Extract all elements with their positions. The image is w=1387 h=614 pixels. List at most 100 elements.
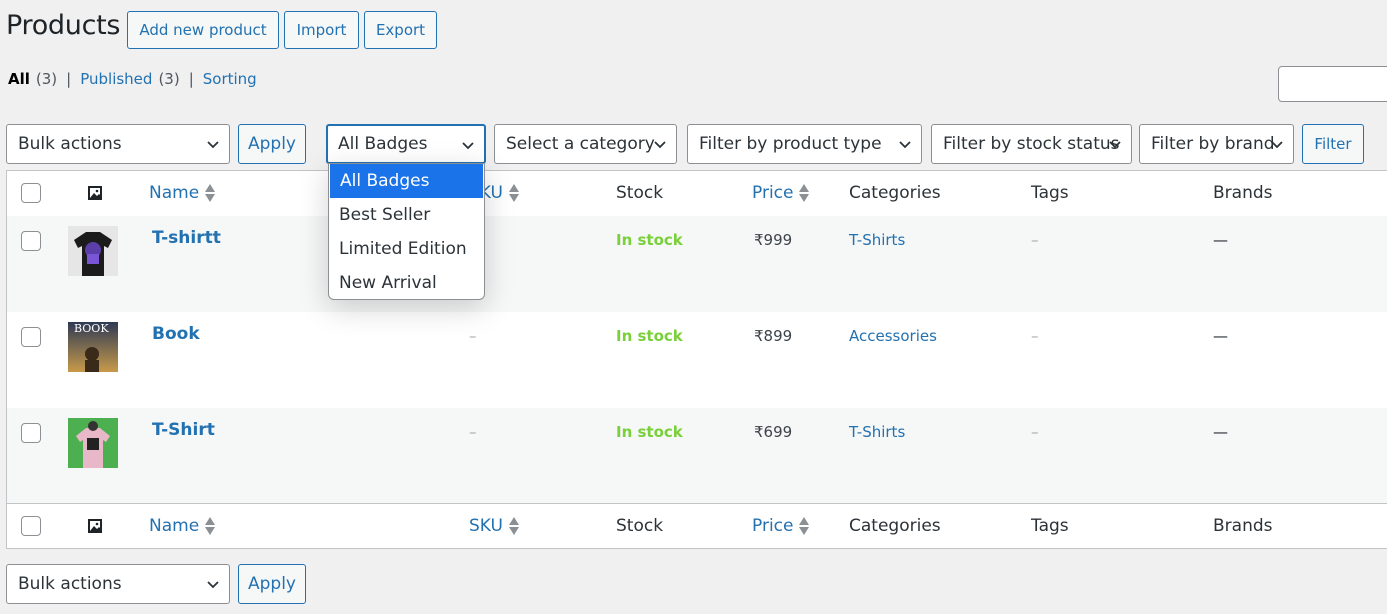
stock-status-select-label: Filter by stock status bbox=[943, 134, 1120, 154]
column-price-header[interactable]: Price bbox=[752, 183, 810, 203]
product-thumbnail[interactable] bbox=[68, 418, 118, 468]
view-sorting-link[interactable]: Sorting bbox=[203, 70, 257, 88]
product-thumbnail[interactable]: BOOK bbox=[68, 322, 118, 372]
image-icon bbox=[88, 519, 102, 533]
filter-button[interactable]: Filter bbox=[1302, 124, 1364, 164]
column-price-footer[interactable]: Price bbox=[752, 516, 810, 536]
view-separator: | bbox=[66, 70, 72, 88]
column-categories-header: Categories bbox=[849, 183, 941, 203]
row-checkbox[interactable] bbox=[21, 423, 41, 443]
column-brands-footer: Brands bbox=[1213, 516, 1273, 536]
column-name-footer[interactable]: Name bbox=[149, 516, 216, 536]
stock-status-select[interactable]: Filter by stock status bbox=[931, 124, 1132, 164]
sort-icon bbox=[205, 184, 216, 202]
product-name-link[interactable]: T-Shirt bbox=[152, 420, 215, 440]
column-name-label: Name bbox=[149, 516, 200, 536]
sku-value: – bbox=[469, 327, 477, 345]
column-tags-footer: Tags bbox=[1031, 516, 1069, 536]
row-checkbox[interactable] bbox=[21, 327, 41, 347]
sort-icon bbox=[205, 517, 216, 535]
category-select[interactable]: Select a category bbox=[494, 124, 677, 164]
badge-option-best-seller[interactable]: Best Seller bbox=[329, 198, 484, 232]
sort-icon bbox=[508, 517, 519, 535]
badges-dropdown-list: All Badges Best Seller Limited Edition N… bbox=[328, 163, 485, 300]
tags-value: – bbox=[1031, 231, 1039, 249]
category-select-label: Select a category bbox=[506, 134, 655, 154]
search-input[interactable] bbox=[1278, 66, 1387, 102]
view-published-link[interactable]: Published bbox=[80, 70, 152, 88]
apply-button-top[interactable]: Apply bbox=[238, 124, 306, 164]
column-stock-footer: Stock bbox=[616, 516, 664, 536]
badges-select-label: All Badges bbox=[338, 134, 428, 154]
sort-icon bbox=[799, 517, 810, 535]
import-button[interactable]: Import bbox=[284, 11, 359, 49]
badge-option-limited-edition[interactable]: Limited Edition bbox=[329, 232, 484, 266]
product-name-link[interactable]: T-shirtt bbox=[152, 228, 221, 248]
column-name-header[interactable]: Name bbox=[149, 183, 216, 203]
category-link[interactable]: T-Shirts bbox=[849, 231, 905, 249]
page-title: Products bbox=[6, 10, 121, 41]
row-checkbox[interactable] bbox=[21, 231, 41, 251]
table-row: BOOK Book – In stock ₹899 Accessories – … bbox=[7, 312, 1387, 408]
column-name-label: Name bbox=[149, 183, 200, 203]
bulk-actions-select-top[interactable]: Bulk actions bbox=[6, 124, 230, 164]
bulk-actions-select-bottom[interactable]: Bulk actions bbox=[6, 564, 230, 604]
chevron-down-icon bbox=[462, 142, 474, 150]
column-stock-header: Stock bbox=[616, 183, 664, 203]
brand-select[interactable]: Filter by brand bbox=[1139, 124, 1294, 164]
sku-value: – bbox=[469, 423, 477, 441]
column-sku-label: SKU bbox=[469, 516, 503, 536]
table-row: T-Shirt – In stock ₹699 T-Shirts – — bbox=[7, 408, 1387, 504]
product-thumbnail[interactable] bbox=[68, 226, 118, 276]
chevron-down-icon bbox=[654, 141, 666, 149]
product-type-select[interactable]: Filter by product type bbox=[687, 124, 922, 164]
stock-status: In stock bbox=[616, 327, 683, 345]
badge-option-all[interactable]: All Badges bbox=[330, 164, 483, 198]
chevron-down-icon bbox=[207, 581, 219, 589]
view-separator: | bbox=[188, 70, 194, 88]
sort-icon bbox=[508, 184, 519, 202]
chevron-down-icon bbox=[1109, 141, 1121, 149]
stock-status: In stock bbox=[616, 231, 683, 249]
table-header-row: Name SKU Stock Price Categories Tags Bra… bbox=[7, 171, 1387, 217]
badges-select[interactable]: All Badges bbox=[326, 124, 486, 164]
column-sku-footer[interactable]: SKU bbox=[469, 516, 519, 536]
price: ₹999 bbox=[754, 231, 793, 249]
thumbnail-label: BOOK bbox=[74, 322, 109, 335]
column-tags-header: Tags bbox=[1031, 183, 1069, 203]
apply-button-bottom[interactable]: Apply bbox=[238, 564, 306, 604]
view-filters: All (3) | Published (3) | Sorting bbox=[8, 70, 257, 88]
badge-option-new-arrival[interactable]: New Arrival bbox=[329, 266, 484, 300]
bulk-actions-label: Bulk actions bbox=[18, 134, 122, 154]
chevron-down-icon bbox=[207, 141, 219, 149]
tags-value: – bbox=[1031, 327, 1039, 345]
view-all-count: (3) bbox=[35, 70, 58, 88]
export-button[interactable]: Export bbox=[364, 11, 437, 49]
view-all-link[interactable]: All bbox=[8, 70, 30, 88]
bulk-actions-label: Bulk actions bbox=[18, 574, 122, 594]
column-brands-header: Brands bbox=[1213, 183, 1273, 203]
product-type-select-label: Filter by product type bbox=[699, 134, 882, 154]
chevron-down-icon bbox=[1271, 141, 1283, 149]
image-icon bbox=[88, 186, 102, 200]
column-price-label: Price bbox=[752, 516, 794, 536]
column-price-label: Price bbox=[752, 183, 794, 203]
view-published-count: (3) bbox=[158, 70, 180, 88]
product-name-link[interactable]: Book bbox=[152, 324, 200, 344]
price: ₹899 bbox=[754, 327, 793, 345]
table-footer-row: Name SKU Stock Price Categories Tags Bra… bbox=[7, 503, 1387, 549]
select-all-checkbox[interactable] bbox=[21, 183, 41, 203]
chevron-down-icon bbox=[899, 141, 911, 149]
price: ₹699 bbox=[754, 423, 793, 441]
select-all-checkbox-bottom[interactable] bbox=[21, 516, 41, 536]
tags-value: – bbox=[1031, 423, 1039, 441]
add-new-product-button[interactable]: Add new product bbox=[127, 11, 279, 49]
sort-icon bbox=[799, 184, 810, 202]
category-link[interactable]: Accessories bbox=[849, 327, 937, 345]
category-link[interactable]: T-Shirts bbox=[849, 423, 905, 441]
brand-select-label: Filter by brand bbox=[1151, 134, 1275, 154]
stock-status: In stock bbox=[616, 423, 683, 441]
table-row: T-shirtt In stock ₹999 T-Shirts – — bbox=[7, 216, 1387, 312]
brands-value: — bbox=[1213, 231, 1228, 249]
column-categories-footer: Categories bbox=[849, 516, 941, 536]
